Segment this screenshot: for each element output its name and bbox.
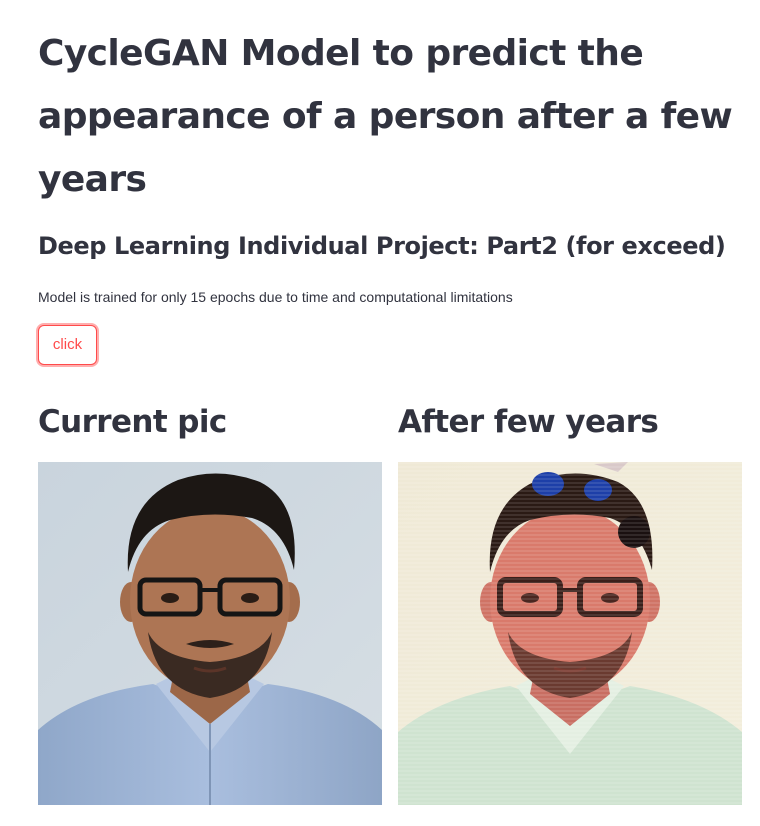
training-note: Model is trained for only 15 epochs due … xyxy=(38,289,513,305)
current-portrait-image xyxy=(38,462,382,805)
after-years-heading: After few years xyxy=(398,404,659,440)
page-subtitle: Deep Learning Individual Project: Part2 … xyxy=(38,232,726,260)
click-button[interactable]: click xyxy=(38,325,97,365)
current-pic-heading: Current pic xyxy=(38,404,227,440)
page-title: CycleGAN Model to predict the appearance… xyxy=(38,33,733,200)
app-main: CycleGAN Model to predict the appearance… xyxy=(0,0,760,826)
generated-portrait-image xyxy=(398,462,742,805)
